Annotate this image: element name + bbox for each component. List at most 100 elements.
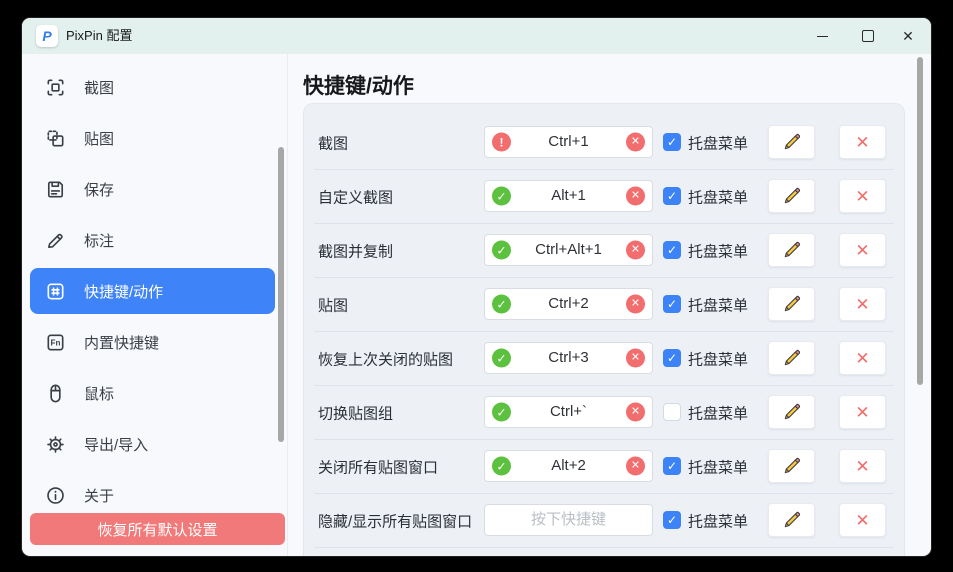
- shortcut-input[interactable]: ✓ Ctrl+2 ✕: [484, 288, 653, 320]
- maximize-button[interactable]: [846, 18, 890, 54]
- tray-menu-checkbox[interactable]: ✓: [663, 241, 681, 259]
- delete-x-icon: ✕: [855, 350, 869, 367]
- close-button[interactable]: ✕: [886, 18, 930, 54]
- shortcut-text: Ctrl+`: [511, 397, 626, 427]
- shortcut-text: Ctrl+Alt+1: [511, 235, 626, 265]
- reset-defaults-button[interactable]: 恢复所有默认设置: [30, 513, 285, 545]
- icon-slot: [44, 127, 67, 150]
- edit-shortcut-button[interactable]: [768, 287, 815, 321]
- ok-icon: ✓: [492, 187, 511, 206]
- sidebar-item-screenshot[interactable]: 截图: [30, 64, 275, 110]
- screen-background: P PixPin 配置 ✕ 截图 贴图 保存 标注 快捷键/动作: [0, 0, 953, 572]
- clear-shortcut-icon[interactable]: ✕: [626, 241, 645, 260]
- delete-x-icon: ✕: [855, 404, 869, 421]
- delete-shortcut-button[interactable]: ✕: [839, 341, 886, 375]
- delete-shortcut-button[interactable]: ✕: [839, 287, 886, 321]
- sidebar-item-label: 贴图: [84, 128, 114, 149]
- tray-menu-checkbox[interactable]: ✓: [663, 511, 681, 529]
- sidebar-item-label: 标注: [84, 230, 114, 251]
- sidebar-scrollbar[interactable]: [278, 147, 284, 442]
- edit-shortcut-button[interactable]: [768, 233, 815, 267]
- sidebar-item-label: 内置快捷键: [84, 332, 159, 353]
- shortcut-row-label: 恢复上次关闭的贴图: [318, 348, 453, 369]
- icon-slot: [44, 484, 67, 507]
- delete-x-icon: ✕: [855, 134, 869, 151]
- icon-slot: [44, 280, 67, 303]
- tray-menu-checkbox[interactable]: ✓: [663, 457, 681, 475]
- shortcut-row-label: 隐藏/显示所有贴图窗口: [318, 510, 472, 531]
- edit-shortcut-button[interactable]: [768, 449, 815, 483]
- save-icon: [44, 178, 67, 201]
- window-title: PixPin 配置: [66, 18, 132, 54]
- tray-menu-checkbox[interactable]: [663, 403, 681, 421]
- tray-menu-label: 托盘菜单: [688, 132, 748, 153]
- edit-shortcut-button[interactable]: [768, 125, 815, 159]
- delete-shortcut-button[interactable]: ✕: [839, 179, 886, 213]
- tray-menu-checkbox[interactable]: ✓: [663, 295, 681, 313]
- content-scrollbar[interactable]: [917, 57, 923, 385]
- sidebar-item-save[interactable]: 保存: [30, 166, 275, 212]
- shortcut-list-panel: 截图 ! Ctrl+1 ✕ ✓ 托盘菜单 ✕ 自定义截图 ✓ Alt+1 ✕ ✓…: [303, 103, 905, 556]
- pin-image-icon: [44, 127, 67, 150]
- delete-shortcut-button[interactable]: ✕: [839, 449, 886, 483]
- clear-shortcut-icon[interactable]: ✕: [626, 457, 645, 476]
- shortcut-input[interactable]: 按下快捷键: [484, 504, 653, 536]
- clear-shortcut-icon[interactable]: ✕: [626, 403, 645, 422]
- sidebar-item-mouse[interactable]: 鼠标: [30, 370, 275, 416]
- shortcut-input[interactable]: ✓ Alt+1 ✕: [484, 180, 653, 212]
- icon-slot: [44, 229, 67, 252]
- tray-menu-label: 托盘菜单: [688, 402, 748, 423]
- shortcut-input[interactable]: ! Ctrl+1 ✕: [484, 126, 653, 158]
- minimize-button[interactable]: [800, 18, 844, 54]
- close-icon: ✕: [902, 28, 914, 45]
- clear-shortcut-icon[interactable]: ✕: [626, 133, 645, 152]
- sidebar-item-export-import[interactable]: 导出/导入: [30, 421, 275, 467]
- sidebar-item-hotkeys-actions[interactable]: 快捷键/动作: [30, 268, 275, 314]
- mouse-icon: [44, 382, 67, 405]
- tray-menu-checkbox[interactable]: ✓: [663, 187, 681, 205]
- shortcut-row-label: 贴图: [318, 294, 348, 315]
- shortcut-input[interactable]: ✓ Alt+2 ✕: [484, 450, 653, 482]
- pencil-icon: [782, 510, 802, 530]
- clear-shortcut-icon[interactable]: ✕: [626, 349, 645, 368]
- sidebar-item-label: 导出/导入: [84, 434, 148, 455]
- tray-menu-label: 托盘菜单: [688, 294, 748, 315]
- delete-shortcut-button[interactable]: ✕: [839, 395, 886, 429]
- delete-shortcut-button[interactable]: ✕: [839, 503, 886, 537]
- pixpin-logo: P: [36, 25, 58, 47]
- delete-x-icon: ✕: [855, 242, 869, 259]
- hotkeys-actions-icon: [44, 280, 67, 303]
- sidebar-item-label: 截图: [84, 77, 114, 98]
- shortcut-row: 切换贴图组 ✓ Ctrl+` ✕ 托盘菜单 ✕: [314, 386, 894, 440]
- tray-menu-label: 托盘菜单: [688, 510, 748, 531]
- shortcut-row: 关闭所有贴图窗口 ✓ Alt+2 ✕ ✓ 托盘菜单 ✕: [314, 440, 894, 494]
- edit-shortcut-button[interactable]: [768, 395, 815, 429]
- minimize-icon: [817, 36, 828, 37]
- edit-shortcut-button[interactable]: [768, 341, 815, 375]
- shortcut-input[interactable]: ✓ Ctrl+Alt+1 ✕: [484, 234, 653, 266]
- icon-slot: Fn: [44, 331, 67, 354]
- sidebar-item-builtin-hotkeys[interactable]: Fn 内置快捷键: [30, 319, 275, 365]
- tray-menu-label: 托盘菜单: [688, 186, 748, 207]
- delete-shortcut-button[interactable]: ✕: [839, 125, 886, 159]
- tray-menu-checkbox[interactable]: ✓: [663, 133, 681, 151]
- icon-slot: [44, 382, 67, 405]
- ok-icon: ✓: [492, 349, 511, 368]
- sidebar-item-annotate[interactable]: 标注: [30, 217, 275, 263]
- shortcut-input[interactable]: ✓ Ctrl+3 ✕: [484, 342, 653, 374]
- builtin-hotkeys-icon: Fn: [44, 331, 67, 354]
- maximize-icon: [862, 30, 874, 42]
- sidebar-item-about[interactable]: 关于: [30, 472, 275, 518]
- ok-icon: ✓: [492, 403, 511, 422]
- tray-menu-checkbox[interactable]: ✓: [663, 349, 681, 367]
- clear-shortcut-icon[interactable]: ✕: [626, 187, 645, 206]
- shortcut-input[interactable]: ✓ Ctrl+` ✕: [484, 396, 653, 428]
- shortcut-row: 截图 ! Ctrl+1 ✕ ✓ 托盘菜单 ✕: [314, 116, 894, 170]
- edit-shortcut-button[interactable]: [768, 179, 815, 213]
- sidebar-item-pin-image[interactable]: 贴图: [30, 115, 275, 161]
- edit-shortcut-button[interactable]: [768, 503, 815, 537]
- shortcut-text: Ctrl+3: [511, 343, 626, 373]
- delete-x-icon: ✕: [855, 512, 869, 529]
- delete-shortcut-button[interactable]: ✕: [839, 233, 886, 267]
- clear-shortcut-icon[interactable]: ✕: [626, 295, 645, 314]
